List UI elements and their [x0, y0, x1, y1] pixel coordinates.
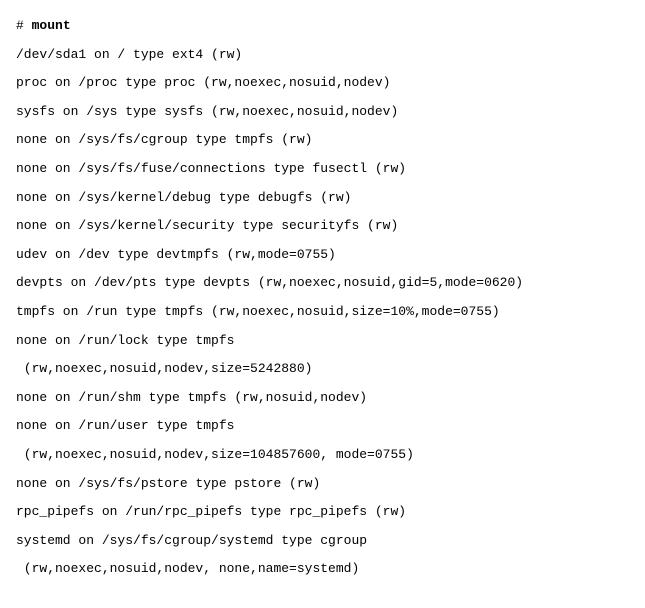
output-line: none on /sys/kernel/security type securi… — [16, 212, 629, 241]
output-line: none on /sys/fs/pstore type pstore (rw) — [16, 470, 629, 499]
output-line: proc on /proc type proc (rw,noexec,nosui… — [16, 69, 629, 98]
output-line: none on /run/lock type tmpfs — [16, 327, 629, 356]
command-line: # mount — [16, 12, 629, 41]
output-line: sysfs on /sys type sysfs (rw,noexec,nosu… — [16, 98, 629, 127]
prompt-prefix: # — [16, 18, 32, 33]
output-line: none on /sys/kernel/debug type debugfs (… — [16, 184, 629, 213]
output-line: (rw,noexec,nosuid,nodev, none,name=syste… — [16, 555, 629, 584]
terminal-output: # mount/dev/sda1 on / type ext4 (rw)proc… — [16, 12, 629, 584]
output-line: none on /run/shm type tmpfs (rw,nosuid,n… — [16, 384, 629, 413]
output-line: (rw,noexec,nosuid,nodev,size=5242880) — [16, 355, 629, 384]
output-line: none on /sys/fs/fuse/connections type fu… — [16, 155, 629, 184]
output-line: systemd on /sys/fs/cgroup/systemd type c… — [16, 527, 629, 556]
output-line: none on /sys/fs/cgroup type tmpfs (rw) — [16, 126, 629, 155]
output-line: /dev/sda1 on / type ext4 (rw) — [16, 41, 629, 70]
prompt-command: mount — [32, 18, 71, 33]
output-line: udev on /dev type devtmpfs (rw,mode=0755… — [16, 241, 629, 270]
output-line: tmpfs on /run type tmpfs (rw,noexec,nosu… — [16, 298, 629, 327]
output-line: rpc_pipefs on /run/rpc_pipefs type rpc_p… — [16, 498, 629, 527]
output-line: none on /run/user type tmpfs — [16, 412, 629, 441]
output-line: devpts on /dev/pts type devpts (rw,noexe… — [16, 269, 629, 298]
output-line: (rw,noexec,nosuid,nodev,size=104857600, … — [16, 441, 629, 470]
